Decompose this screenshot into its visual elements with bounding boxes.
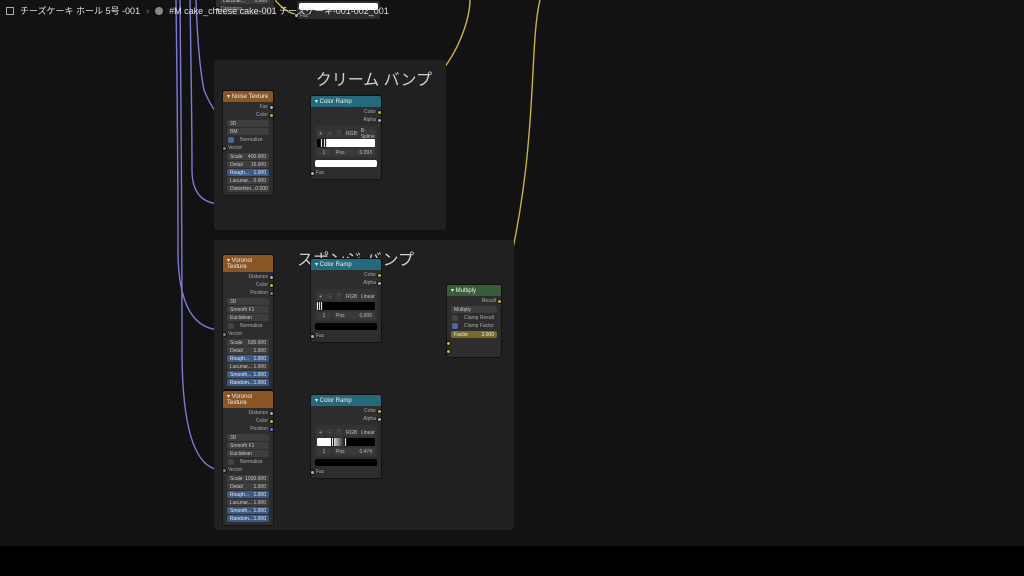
node-title[interactable]: ▾ Noise Texture [223,91,273,102]
material-icon [155,7,163,15]
ramp-gradient[interactable] [317,139,375,147]
node-voronoi-2[interactable]: ▾ Voronoi Texture Distance Color Positio… [222,390,274,526]
ramp-add-btn[interactable]: + [317,293,324,300]
rough-field[interactable]: Rough...1.000 [227,355,269,362]
ramp-mode[interactable]: RGB [344,429,358,436]
node-editor-canvas[interactable]: Scale1.000 Rough...0.300 Lacunar...0.000… [0,0,1024,576]
node-voronoi-1[interactable]: ▾ Voronoi Texture Distance Color Positio… [222,254,274,390]
feat-dropdown[interactable]: Smooth F1 [227,306,269,313]
dist-field[interactable]: Distortion...0.000 [227,185,269,192]
in-fac: Fac [316,170,324,176]
ramp-pos-field[interactable]: Pos0.093 [333,149,375,156]
ramp-idx[interactable]: 1 [317,448,331,455]
lac-field[interactable]: Lacunar...0.000 [227,177,269,184]
rough-field[interactable]: Rough...1.000 [227,491,269,498]
ramp-del-btn[interactable]: - [326,130,333,137]
lbl: Lacunar... [223,0,245,4]
ramp-menu-btn[interactable]: ˇ [335,429,342,436]
smooth-field[interactable]: Smooth...1.000 [227,371,269,378]
chk-clamp-factor[interactable] [452,323,458,329]
node-noise-texture[interactable]: ▾ Noise Texture Fac Color 3D BM Normaliz… [222,90,274,196]
ramp-del-btn[interactable]: - [326,429,333,436]
chk-normalize[interactable] [228,323,234,329]
frame-label: クリーム バンプ [316,66,432,90]
smooth-field[interactable]: Smooth...1.000 [227,507,269,514]
scale-field[interactable]: Scale400.000 [227,153,269,160]
val: 0.000 [254,0,267,4]
node-title[interactable]: ▾ Voronoi Texture [223,255,273,272]
node-title[interactable]: ▾ Color Ramp [311,395,381,406]
ramp-pos-field[interactable]: Pos0.005 [333,312,375,319]
lbl: Normalize [240,137,263,143]
chevron-right-icon: › [146,6,149,16]
blend-mode[interactable]: Multiply [451,306,497,313]
feat-dropdown[interactable]: Smooth F1 [227,442,269,449]
ramp-interp[interactable]: Linear [361,293,375,300]
node-color-ramp-2[interactable]: ▾ Color Ramp Color Alpha + - ˇ RGB Linea… [310,258,382,343]
ramp-interp[interactable]: B-Spline [361,130,375,137]
type-dropdown[interactable]: BM [227,128,269,135]
out-result: Result [482,298,496,304]
lac-field[interactable]: Lacunar...1.000 [227,363,269,370]
mesh-icon [6,7,14,15]
scale-field[interactable]: Scale500.000 [227,339,269,346]
dim-dropdown[interactable]: 3D [227,120,269,127]
ramp-mode[interactable]: RGB [344,293,358,300]
bc-material[interactable]: #M cake_cheese cake-001 チーズケーキ-001-002_0… [169,4,389,17]
ramp-menu-btn[interactable]: ˇ [335,293,342,300]
in-vector: Vector [228,145,242,151]
ramp-color-swatch[interactable] [315,160,377,167]
ramp-add-btn[interactable]: + [317,130,324,137]
ramp-color-swatch[interactable] [315,459,377,466]
node-title[interactable]: ▾ Multiply [447,285,501,296]
ramp-mode[interactable]: RGB [344,130,358,137]
dim-dropdown[interactable]: 3D [227,298,269,305]
node-color-ramp-3[interactable]: ▾ Color Ramp Color Alpha + - ˇ RGB Linea… [310,394,382,479]
out-color: Color [364,109,376,115]
ramp-gradient[interactable] [317,438,375,446]
lbl: BM [230,129,238,135]
ramp-del-btn[interactable]: - [326,293,333,300]
lbl: 3D [230,121,236,127]
node-title[interactable]: ▾ Color Ramp [311,96,381,107]
ramp-add-btn[interactable]: + [317,429,324,436]
ramp-idx[interactable]: 1 [317,149,331,156]
dim-dropdown[interactable]: 3D [227,434,269,441]
random-field[interactable]: Random...1.000 [227,379,269,386]
ramp-menu-btn[interactable]: ˇ [335,130,342,137]
node-multiply[interactable]: ▾ Multiply Result Multiply Clamp Result … [446,284,502,358]
node-title[interactable]: ▾ Color Ramp [311,259,381,270]
detail-field[interactable]: Detail1.000 [227,347,269,354]
check-normalize[interactable] [228,137,234,143]
out-alpha: Alpha [363,117,376,123]
random-field[interactable]: Random...1.000 [227,515,269,522]
dist-dropdown[interactable]: Euclidean [227,314,269,321]
out-fac: Fac [260,104,268,110]
detail-field[interactable]: Detail1.000 [227,483,269,490]
chk-clamp-result[interactable] [452,315,458,321]
breadcrumb: チーズケーキ ホール 5号 -001 › #M cake_cheese cake… [6,4,389,17]
dist-dropdown[interactable]: Euclidean [227,450,269,457]
scale-field[interactable]: Scale1000.000 [227,475,269,482]
factor-field[interactable]: Factor2.000 [451,331,497,338]
ramp-gradient[interactable] [317,302,375,310]
node-color-ramp-1[interactable]: ▾ Color Ramp Color Alpha + - ˇ RGB B-Spl… [310,95,382,180]
bottom-letterbox [0,546,1024,576]
out-color: Color [256,112,268,118]
detail-field[interactable]: Detail16.000 [227,161,269,168]
ramp-idx[interactable]: 1 [317,312,331,319]
ramp-interp[interactable]: Linear [361,429,375,436]
ramp-pos-field[interactable]: Pos0.474 [333,448,375,455]
rough-field[interactable]: Rough...1.000 [227,169,269,176]
bc-object[interactable]: チーズケーキ ホール 5号 -001 [20,4,140,17]
ramp-color-swatch[interactable] [315,323,377,330]
lac-field[interactable]: Lacunar...1.000 [227,499,269,506]
chk-normalize[interactable] [228,459,234,465]
node-title[interactable]: ▾ Voronoi Texture [223,391,273,408]
